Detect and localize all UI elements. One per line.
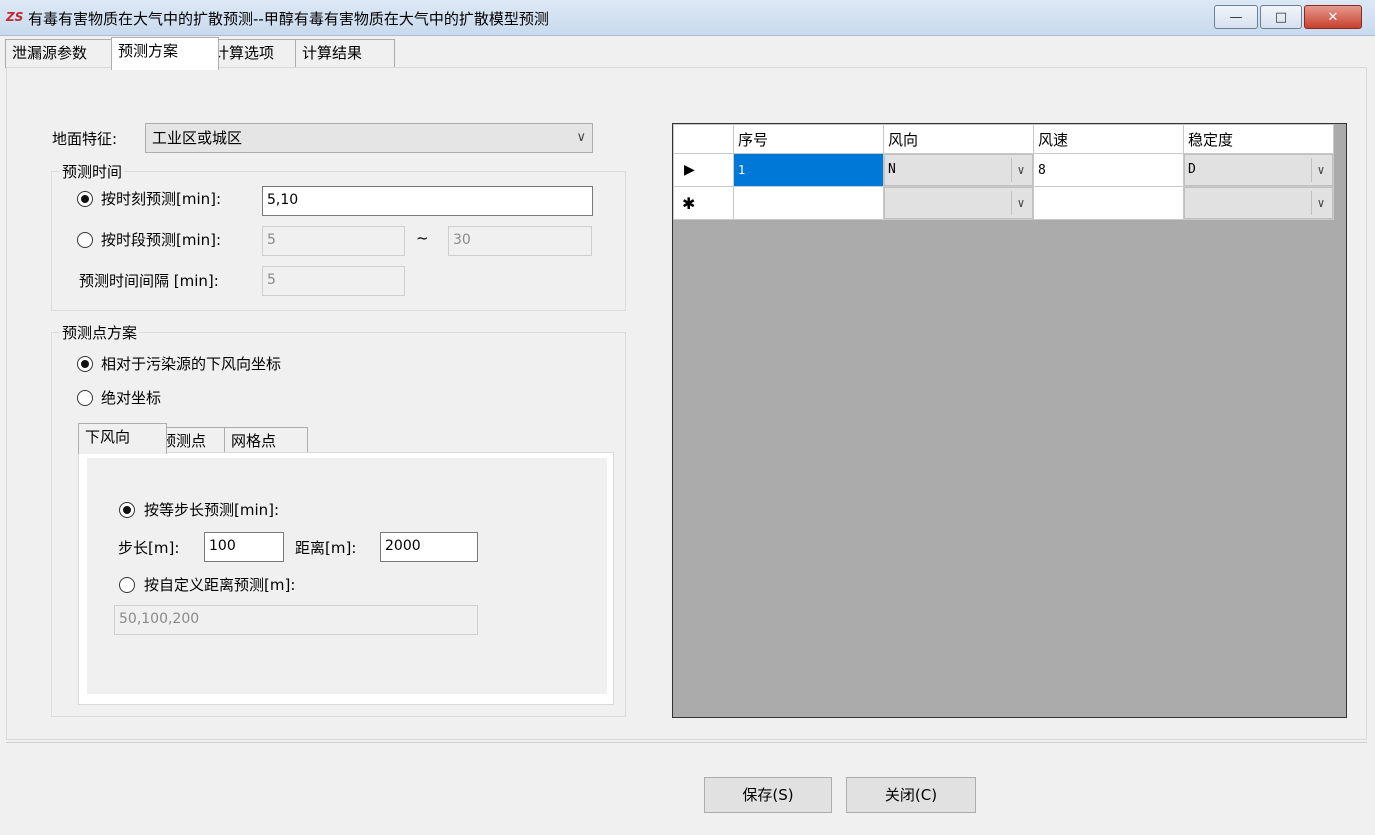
period-to-input[interactable]: 30: [448, 226, 592, 256]
minimize-button[interactable]: —: [1214, 5, 1258, 29]
table-header-row: 序号 风向 风速 稳定度: [673, 124, 1334, 154]
cell-index[interactable]: 1: [733, 153, 884, 187]
prediction-time-legend: 预测时间: [60, 161, 125, 182]
chevron-down-icon: ∨: [576, 130, 586, 145]
distance-input[interactable]: 2000: [380, 532, 478, 562]
custom-distance-radio[interactable]: [119, 577, 135, 593]
close-window-button[interactable]: ✕: [1304, 5, 1362, 29]
table-row-new[interactable]: ✱ ∨ ∨: [673, 186, 1334, 220]
interval-label: 预测时间间隔 [min]:: [79, 272, 219, 290]
wind-data-grid[interactable]: 序号 风向 风速 稳定度 ▶ 1 N ∨ 8 D ∨ ✱ ∨ ∨: [672, 123, 1347, 718]
cell-stability-new[interactable]: ∨: [1183, 186, 1334, 220]
maximize-icon: □: [1274, 9, 1288, 25]
chevron-down-icon[interactable]: ∨: [1011, 158, 1030, 182]
absolute-coord-label: 绝对坐标: [101, 389, 162, 407]
window-title: 有毒有害物质在大气中的扩散预测--甲醇有毒有害物质在大气中的扩散模型预测: [28, 10, 549, 28]
chevron-down-icon[interactable]: ∨: [1011, 191, 1030, 215]
cell-index-new[interactable]: [733, 186, 884, 220]
maximize-button[interactable]: □: [1260, 5, 1302, 29]
close-button[interactable]: 关闭(C): [846, 777, 976, 813]
distance-label: 距离[m]:: [295, 539, 357, 557]
tab-calc-results[interactable]: 计算结果: [295, 39, 395, 68]
equal-step-radio[interactable]: [119, 502, 135, 518]
bottom-separator: [6, 742, 1367, 743]
by-period-radio[interactable]: [77, 232, 93, 248]
subtab-downwind[interactable]: 下风向: [78, 423, 167, 454]
save-button[interactable]: 保存(S): [704, 777, 832, 813]
interval-input[interactable]: 5: [262, 266, 405, 296]
custom-distance-input[interactable]: 50,100,200: [114, 605, 478, 635]
close-icon: ✕: [1327, 9, 1339, 25]
col-header-index[interactable]: 序号: [733, 124, 884, 154]
cell-speed-new[interactable]: [1033, 186, 1184, 220]
subtab-grid-points[interactable]: 网格点: [224, 427, 308, 454]
by-moment-input[interactable]: 5,10: [262, 186, 593, 216]
direction-combo-new[interactable]: ∨: [884, 187, 1033, 219]
direction-value: N: [888, 162, 896, 177]
custom-distance-label: 按自定义距离预测[m]:: [144, 576, 296, 594]
stability-value: D: [1188, 162, 1196, 177]
col-header-direction[interactable]: 风向: [883, 124, 1034, 154]
wind-table: 序号 风向 风速 稳定度 ▶ 1 N ∨ 8 D ∨ ✱ ∨ ∨: [673, 124, 1334, 220]
stability-combo[interactable]: D ∨: [1184, 154, 1333, 186]
cell-direction[interactable]: N ∨: [883, 153, 1034, 187]
tab-calc-options[interactable]: 计算选项: [207, 39, 307, 68]
absolute-coord-radio[interactable]: [77, 390, 93, 406]
current-row-icon[interactable]: ▶: [673, 153, 734, 187]
by-moment-radio[interactable]: [77, 191, 93, 207]
row-header-corner: [673, 124, 734, 154]
new-row-icon[interactable]: ✱: [673, 186, 734, 220]
cell-speed[interactable]: 8: [1033, 153, 1184, 187]
relative-coord-radio[interactable]: [77, 356, 93, 372]
table-row[interactable]: ▶ 1 N ∨ 8 D ∨: [673, 153, 1334, 187]
chevron-down-icon[interactable]: ∨: [1311, 158, 1330, 182]
col-header-stability[interactable]: 稳定度: [1183, 124, 1334, 154]
equal-step-label: 按等步长预测[min]:: [144, 501, 280, 519]
subtab-container: 下风向 预测点 网格点: [78, 423, 614, 705]
by-period-label: 按时段预测[min]:: [101, 231, 222, 249]
minimize-icon: —: [1229, 9, 1243, 25]
app-icon: ZS: [6, 10, 24, 24]
step-input[interactable]: 100: [204, 532, 284, 562]
period-from-input[interactable]: 5: [262, 226, 405, 256]
period-tilde: ~: [416, 229, 429, 247]
terrain-select[interactable]: 工业区或城区 ∨: [145, 123, 593, 153]
relative-coord-label: 相对于污染源的下风向坐标: [101, 355, 282, 373]
terrain-value: 工业区或城区: [152, 129, 243, 147]
col-header-speed[interactable]: 风速: [1033, 124, 1184, 154]
tab-prediction-plan[interactable]: 预测方案: [111, 37, 219, 70]
step-label: 步长[m]:: [118, 539, 180, 557]
terrain-label: 地面特征:: [52, 130, 118, 148]
cell-direction-new[interactable]: ∨: [883, 186, 1034, 220]
direction-combo[interactable]: N ∨: [884, 154, 1033, 186]
cell-stability[interactable]: D ∨: [1183, 153, 1334, 187]
stability-combo-new[interactable]: ∨: [1184, 187, 1333, 219]
by-moment-label: 按时刻预测[min]:: [101, 190, 222, 208]
prediction-point-legend: 预测点方案: [60, 322, 140, 343]
tab-source-params[interactable]: 泄漏源参数: [5, 39, 125, 68]
chevron-down-icon[interactable]: ∨: [1311, 191, 1330, 215]
title-bar: ZS 有毒有害物质在大气中的扩散预测--甲醇有毒有害物质在大气中的扩散模型预测 …: [0, 0, 1375, 36]
